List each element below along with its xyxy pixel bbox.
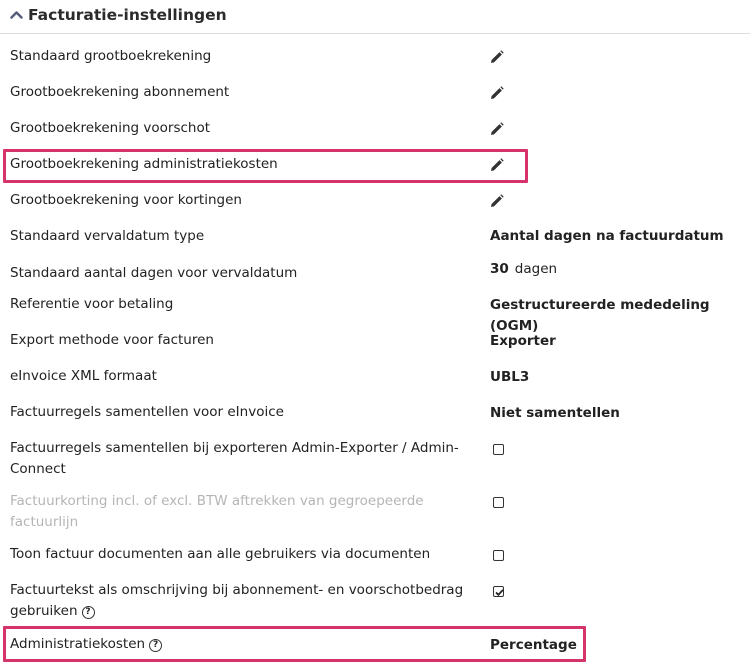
pencil-icon[interactable] (489, 121, 505, 137)
setting-label: Factuurtekst als omschrijving bij abonne… (10, 580, 470, 622)
setting-row-referentie-betaling: Referentie voor betaling Gestructureerde… (0, 294, 750, 334)
setting-value[interactable]: Exporter (490, 331, 556, 352)
checkbox[interactable] (493, 497, 504, 508)
pencil-icon[interactable] (489, 85, 505, 101)
section-title: Facturatie-instellingen (28, 6, 227, 24)
checkbox-checked[interactable] (493, 586, 504, 597)
setting-label: Factuurkorting incl. of excl. BTW aftrek… (10, 493, 424, 530)
chevron-up-icon[interactable] (10, 10, 23, 19)
setting-label: Factuurregels samentellen bij exporteren… (10, 440, 459, 477)
setting-label: Standaard grootboekrekening (10, 48, 212, 64)
setting-value[interactable]: Niet samentellen (490, 403, 620, 424)
setting-value[interactable]: 30 dagen (490, 259, 557, 280)
pencil-icon[interactable] (489, 49, 505, 65)
setting-label: Grootboekrekening abonnement (10, 84, 230, 100)
setting-label: Standaard aantal dagen voor vervaldatum (10, 265, 298, 281)
setting-row-factuurregels-einvoice: Factuurregels samentellen voor eInvoice … (0, 402, 750, 424)
highlight-box (3, 626, 586, 662)
setting-label-text: Factuurtekst als omschrijving bij abonne… (10, 582, 464, 619)
section-header[interactable]: Facturatie-instellingen (0, 0, 750, 34)
checkbox[interactable] (493, 550, 504, 561)
pencil-icon[interactable] (489, 193, 505, 209)
setting-row-einvoice-xml-formaat: eInvoice XML formaat UBL3 (0, 366, 750, 388)
days-unit: dagen (514, 261, 558, 277)
setting-label: Factuurregels samentellen voor eInvoice (10, 404, 284, 420)
setting-row-grootboekrekening-voorschot: Grootboekrekening voorschot (0, 118, 750, 140)
checkbox[interactable] (493, 444, 504, 455)
setting-label: Referentie voor betaling (10, 296, 174, 312)
setting-row-factuurregels-exporteren: Factuurregels samentellen bij exporteren… (0, 438, 750, 482)
setting-row-grootboekrekening-kortingen: Grootboekrekening voor kortingen (0, 190, 750, 212)
setting-row-factuurkorting-btw: Factuurkorting incl. of excl. BTW aftrek… (0, 491, 750, 535)
setting-row-export-methode: Export methode voor facturen Exporter (0, 330, 750, 352)
setting-row-standaard-grootboekrekening: Standaard grootboekrekening (0, 46, 750, 68)
days-number: 30 (490, 261, 509, 277)
setting-label: eInvoice XML formaat (10, 368, 157, 384)
setting-value[interactable]: Aantal dagen na factuurdatum (490, 226, 724, 247)
setting-label: Grootboekrekening voorschot (10, 120, 211, 136)
setting-row-vervaldatum-type: Standaard vervaldatum type Aantal dagen … (0, 226, 750, 248)
setting-value[interactable]: UBL3 (490, 367, 529, 388)
setting-label: Export methode voor facturen (10, 332, 214, 348)
setting-label: Toon factuur documenten aan alle gebruik… (10, 546, 431, 562)
checkmark-icon (495, 589, 504, 597)
highlight-box (3, 149, 528, 183)
setting-row-aantal-dagen-vervaldatum: Standaard aantal dagen voor vervaldatum … (0, 259, 750, 284)
setting-row-grootboekrekening-abonnement: Grootboekrekening abonnement (0, 82, 750, 104)
setting-label: Standaard vervaldatum type (10, 228, 205, 244)
setting-row-factuurtekst-omschrijving: Factuurtekst als omschrijving bij abonne… (0, 580, 750, 624)
help-icon[interactable]: ? (81, 606, 95, 619)
setting-label: Grootboekrekening voor kortingen (10, 192, 242, 208)
setting-row-toon-factuur-documenten: Toon factuur documenten aan alle gebruik… (0, 544, 750, 566)
